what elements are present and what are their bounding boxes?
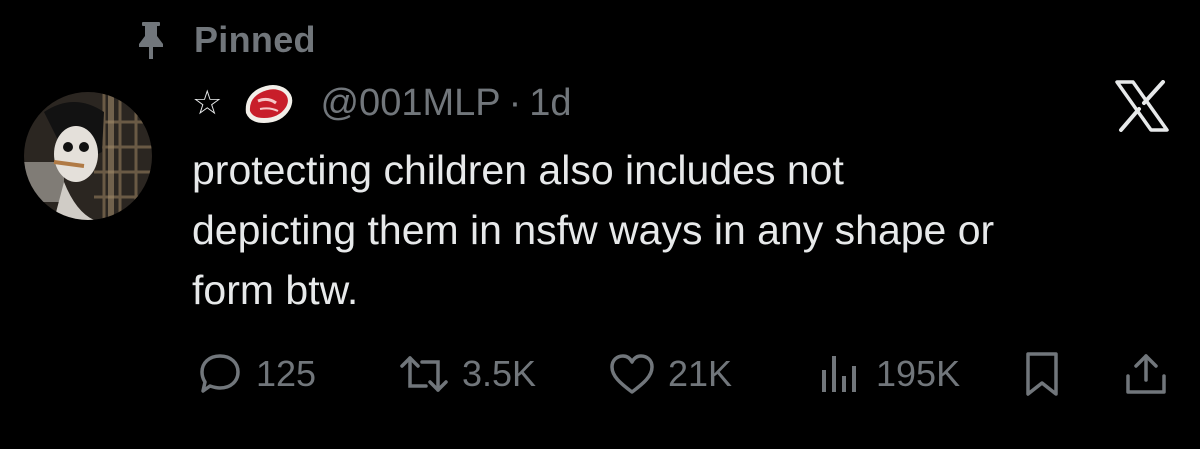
tweet-text-line: protecting children also includes not (192, 147, 844, 193)
reply-icon (200, 354, 240, 393)
pinned-label: Pinned (194, 19, 316, 60)
share-button[interactable] (1122, 342, 1170, 406)
views-button[interactable]: 195K (816, 342, 960, 406)
share-icon (1126, 354, 1166, 394)
separator-dot: · (508, 81, 522, 124)
like-count: 21K (668, 353, 733, 394)
tweet-text-line: form btw. (192, 267, 359, 313)
steak-emoji-icon (246, 85, 293, 123)
repost-count: 3.5K (462, 353, 537, 394)
avatar-image (24, 92, 152, 220)
views-icon (822, 356, 856, 392)
views-count: 195K (876, 353, 961, 394)
tweet-header: ☆ @001MLP · 1d (192, 76, 572, 130)
star-icon: ☆ (192, 83, 223, 123)
reply-button[interactable]: 125 (198, 342, 316, 406)
tweet-text: protecting children also includes not de… (192, 140, 1172, 320)
repost-button[interactable]: 3.5K (396, 342, 536, 406)
bookmark-button[interactable] (1022, 342, 1062, 406)
repost-icon (400, 356, 448, 392)
avatar[interactable] (24, 92, 152, 220)
like-button[interactable]: 21K (608, 342, 732, 406)
heart-icon (610, 354, 654, 394)
timestamp[interactable]: 1d (529, 82, 571, 125)
tweet-text-line: depicting them in nsfw ways in any shape… (192, 207, 995, 253)
reply-count: 125 (256, 353, 317, 394)
author-handle[interactable]: @001MLP (320, 82, 500, 125)
action-bar: 125 3.5K 21K 195K (0, 342, 1200, 406)
bookmark-icon (1026, 352, 1058, 396)
pin-icon (139, 22, 163, 59)
pinned-indicator: Pinned (136, 18, 316, 62)
x-logo-icon[interactable] (1114, 80, 1170, 132)
